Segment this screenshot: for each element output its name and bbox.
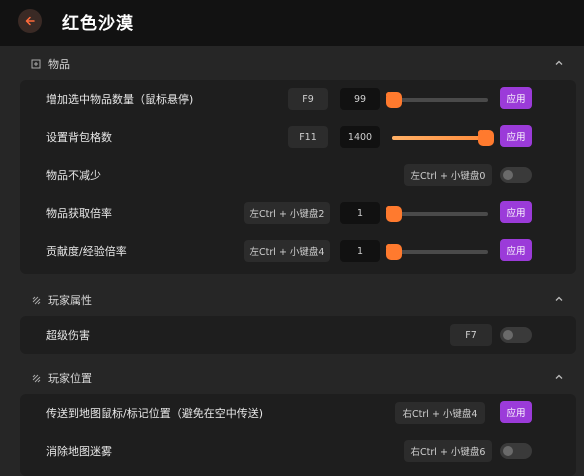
hotkey-chip[interactable]: 右Ctrl + 小键盘6 bbox=[404, 440, 492, 462]
row-label: 设置背包格数 bbox=[46, 131, 112, 144]
row-label: 增加选中物品数量（鼠标悬停) bbox=[46, 93, 194, 106]
row-label: 物品不减少 bbox=[46, 169, 101, 182]
page-title: 红色沙漠 bbox=[62, 14, 134, 34]
row-label: 消除地图迷雾 bbox=[46, 445, 112, 458]
content-area: 物品 增加选中物品数量（鼠标悬停) F9 99 应用 设置背包格数 F11 14… bbox=[0, 46, 584, 476]
value-slider[interactable] bbox=[386, 206, 488, 222]
row-label: 超级伤害 bbox=[46, 329, 90, 342]
hotkey-chip[interactable]: F11 bbox=[288, 126, 328, 148]
section-player-attr-title: 玩家属性 bbox=[48, 294, 92, 307]
slider-fill bbox=[392, 136, 488, 140]
hotkey-chip[interactable]: F9 bbox=[288, 88, 328, 110]
hotkey-chip[interactable]: F7 bbox=[450, 324, 492, 346]
toggle-knob bbox=[503, 446, 513, 456]
row-label: 传送到地图鼠标/标记位置（避免在空中传送) bbox=[46, 407, 263, 420]
toggle-knob bbox=[503, 330, 513, 340]
arrow-left-icon bbox=[25, 16, 35, 26]
row-item-rate: 物品获取倍率 左Ctrl + 小键盘2 1 应用 bbox=[20, 194, 576, 232]
section-items-title: 物品 bbox=[48, 58, 70, 71]
value-input[interactable]: 1 bbox=[340, 240, 380, 262]
row-increase-qty: 增加选中物品数量（鼠标悬停) F9 99 应用 bbox=[20, 80, 576, 118]
app-header: 红色沙漠 bbox=[0, 0, 584, 46]
row-bag-slots: 设置背包格数 F11 1400 应用 bbox=[20, 118, 576, 156]
chevron-up-icon[interactable] bbox=[554, 294, 564, 304]
link-icon bbox=[30, 294, 42, 306]
section-player-attr-panel: 超级伤害 F7 bbox=[20, 316, 576, 354]
apply-button[interactable]: 应用 bbox=[500, 201, 532, 223]
box-icon bbox=[30, 58, 42, 70]
value-input[interactable]: 1 bbox=[340, 202, 380, 224]
value-input[interactable]: 99 bbox=[340, 88, 380, 110]
value-input[interactable]: 1400 bbox=[340, 126, 380, 148]
row-clear-fog: 消除地图迷雾 右Ctrl + 小键盘6 bbox=[20, 432, 576, 470]
slider-thumb[interactable] bbox=[386, 244, 402, 260]
slider-thumb[interactable] bbox=[386, 206, 402, 222]
back-button[interactable] bbox=[18, 9, 42, 33]
row-no-decrease: 物品不减少 左Ctrl + 小键盘0 bbox=[20, 156, 576, 194]
hotkey-chip[interactable]: 左Ctrl + 小键盘0 bbox=[404, 164, 492, 186]
apply-button[interactable]: 应用 bbox=[500, 87, 532, 109]
link-icon bbox=[30, 372, 42, 384]
section-items-panel: 增加选中物品数量（鼠标悬停) F9 99 应用 设置背包格数 F11 1400 … bbox=[20, 80, 576, 274]
row-label: 物品获取倍率 bbox=[46, 207, 112, 220]
toggle-switch[interactable] bbox=[500, 443, 532, 459]
apply-button[interactable]: 应用 bbox=[500, 239, 532, 261]
section-player-pos-panel: 传送到地图鼠标/标记位置（避免在空中传送) 右Ctrl + 小键盘4 应用 消除… bbox=[20, 394, 576, 476]
value-slider[interactable] bbox=[386, 92, 488, 108]
value-slider[interactable] bbox=[392, 130, 494, 146]
row-exp-rate: 贡献度/经验倍率 左Ctrl + 小键盘4 1 应用 bbox=[20, 232, 576, 270]
chevron-up-icon[interactable] bbox=[554, 58, 564, 68]
value-slider[interactable] bbox=[386, 244, 488, 260]
hotkey-chip[interactable]: 右Ctrl + 小键盘4 bbox=[395, 402, 485, 424]
row-label: 贡献度/经验倍率 bbox=[46, 245, 127, 258]
chevron-up-icon[interactable] bbox=[554, 372, 564, 382]
slider-thumb[interactable] bbox=[386, 92, 402, 108]
apply-button[interactable]: 应用 bbox=[500, 125, 532, 147]
toggle-knob bbox=[503, 170, 513, 180]
section-player-attr-header[interactable]: 玩家属性 bbox=[20, 286, 576, 314]
section-player-pos-title: 玩家位置 bbox=[48, 372, 92, 385]
toggle-switch[interactable] bbox=[500, 167, 532, 183]
section-items-header[interactable]: 物品 bbox=[20, 50, 576, 78]
slider-thumb[interactable] bbox=[478, 130, 494, 146]
apply-button[interactable]: 应用 bbox=[500, 401, 532, 423]
toggle-switch[interactable] bbox=[500, 327, 532, 343]
hotkey-chip[interactable]: 左Ctrl + 小键盘2 bbox=[244, 202, 330, 224]
row-super-damage: 超级伤害 F7 bbox=[20, 316, 576, 354]
hotkey-chip[interactable]: 左Ctrl + 小键盘4 bbox=[244, 240, 330, 262]
row-teleport: 传送到地图鼠标/标记位置（避免在空中传送) 右Ctrl + 小键盘4 应用 bbox=[20, 394, 576, 432]
section-player-pos-header[interactable]: 玩家位置 bbox=[20, 364, 576, 392]
